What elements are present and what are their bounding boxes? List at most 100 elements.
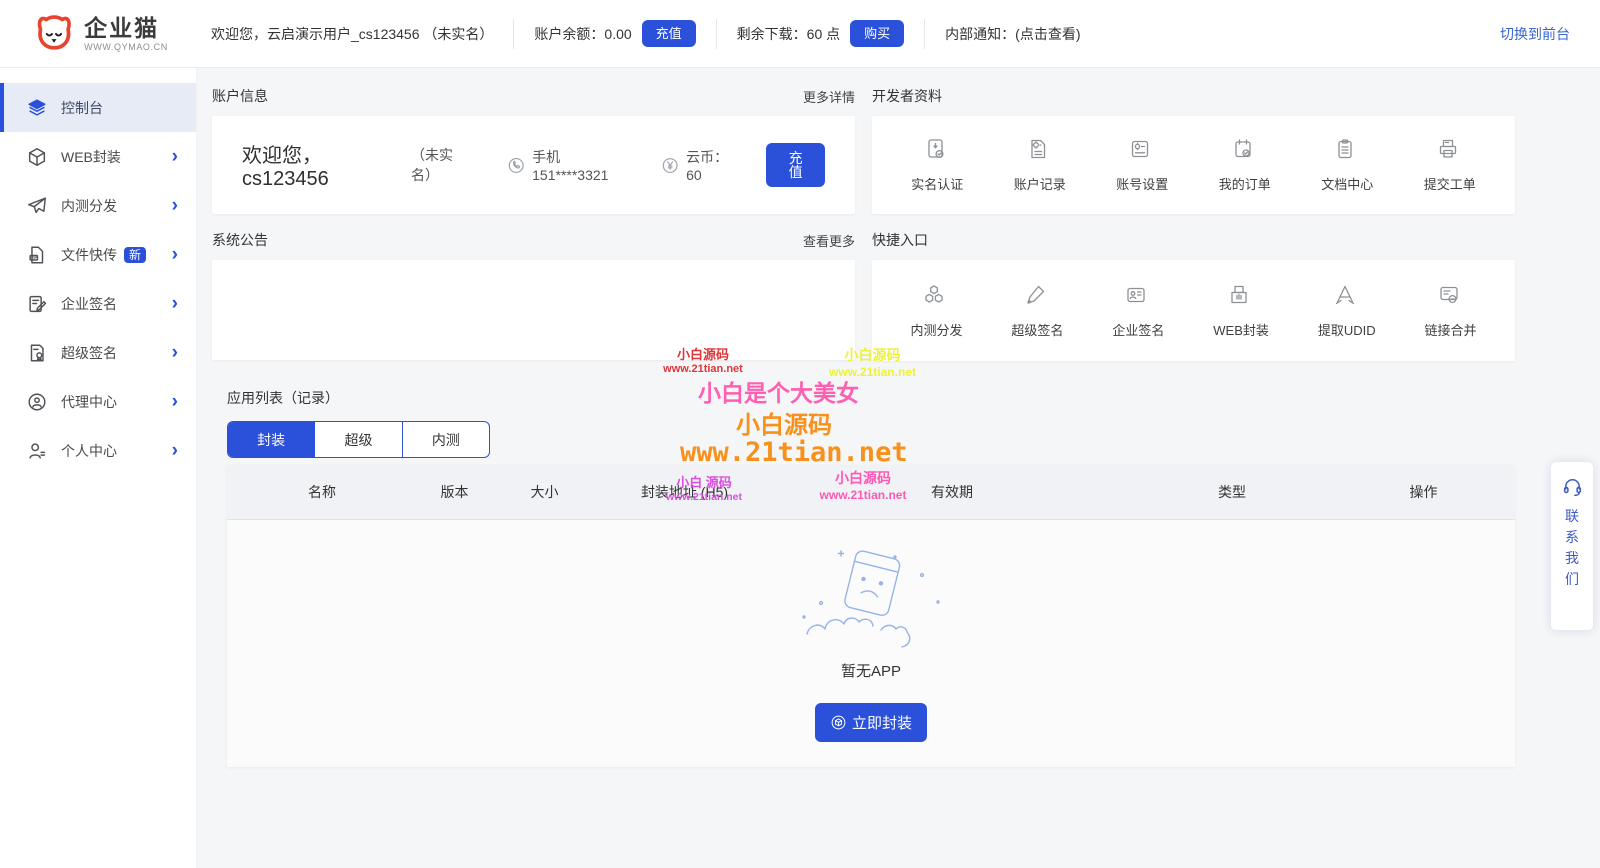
chevron-right-icon: › [172, 343, 178, 362]
order-calendar-icon [1231, 137, 1259, 165]
person-icon [26, 440, 48, 462]
logo[interactable]: 企业猫 WWW.QYMAO.CN [0, 11, 197, 57]
table-empty-state: 暂无APP 立即封装 [227, 520, 1515, 767]
table-header-row: 名称 版本 大小 封装地址 (H5) 有效期 类型 操作 [227, 465, 1515, 520]
dev-item-submit-ticket[interactable]: 提交工单 [1424, 137, 1476, 193]
internal-notice-link[interactable]: 内部通知：(点击查看) [945, 24, 1080, 44]
sidebar-item-web-pack[interactable]: WEB封装 › [0, 132, 196, 181]
chevron-right-icon: › [172, 294, 178, 313]
coin-text: 云币：60 [686, 147, 736, 183]
brand-name: 企业猫 [84, 16, 168, 40]
header-divider [513, 19, 514, 49]
dev-item-my-orders[interactable]: 我的订单 [1219, 137, 1271, 193]
col-actions: 操作 [1332, 482, 1515, 502]
pack-now-button[interactable]: 立即封装 [815, 703, 927, 742]
contact-us-panel[interactable]: 联 系 我 们 [1551, 462, 1593, 630]
welcome-text: 欢迎您，云启演示用户_cs123456 （未实名） [211, 24, 493, 44]
developer-card: 实名认证 账户记录 账号设置 我的订单 文档中心 [872, 116, 1515, 214]
cubes-icon [922, 283, 950, 311]
dev-item-account-record[interactable]: 账户记录 [1014, 137, 1066, 193]
announcement-card [212, 260, 855, 360]
view-more-link[interactable]: 查看更多 [803, 231, 855, 250]
sidebar-item-label: 文件快传 [61, 245, 117, 265]
col-name: 名称 [227, 482, 417, 502]
quick-item-extract-udid[interactable]: 提取UDID [1318, 283, 1376, 339]
dev-item-realname[interactable]: 实名认证 [911, 137, 963, 193]
ballot-box-icon [1227, 283, 1255, 311]
quick-item-super-sign[interactable]: 超级签名 [1011, 283, 1063, 339]
dev-item-doc-center[interactable]: 文档中心 [1321, 137, 1373, 193]
layers-icon [26, 97, 48, 119]
col-size: 大小 [492, 482, 597, 502]
sidebar-item-beta-distribute[interactable]: 内测分发 › [0, 181, 196, 230]
id-check-icon [923, 137, 951, 165]
zip-file-icon: ZIP [26, 244, 48, 266]
recharge-button[interactable]: 充值 [766, 143, 825, 187]
cube-icon [830, 714, 847, 731]
dev-item-account-settings[interactable]: 账号设置 [1116, 137, 1168, 193]
tab-pack[interactable]: 封装 [228, 422, 314, 457]
tab-super[interactable]: 超级 [314, 422, 401, 457]
svg-text:ZIP: ZIP [31, 256, 37, 260]
recharge-button[interactable]: 充值 [642, 20, 696, 47]
sidebar-item-label: 控制台 [61, 98, 103, 118]
cat-logo-icon [29, 11, 75, 57]
downloads-text: 剩余下载：60 点 [737, 24, 840, 44]
sidebar-item-label: WEB封装 [61, 147, 121, 167]
app-list-title: 应用列表（记录） [227, 388, 339, 408]
empty-text: 暂无APP [841, 660, 901, 681]
clipboard-icon [1333, 137, 1361, 165]
sidebar-item-label: 个人中心 [61, 441, 117, 461]
quick-item-enterprise-sign[interactable]: 企业签名 [1112, 283, 1164, 339]
sidebar-item-label: 代理中心 [61, 392, 117, 412]
sidebar-item-super-sign[interactable]: 超级签名 › [0, 328, 196, 377]
headset-icon [1561, 475, 1584, 498]
yen-coin-icon [661, 155, 679, 176]
buy-button[interactable]: 购买 [850, 20, 904, 47]
sidebar-item-agent-center[interactable]: 代理中心 › [0, 377, 196, 426]
link-card-icon [1437, 283, 1465, 311]
app-table: 名称 版本 大小 封装地址 (H5) 有效期 类型 操作 [227, 465, 1515, 767]
brand-domain: WWW.QYMAO.CN [84, 42, 168, 52]
col-pack-url: 封装地址 (H5) [597, 482, 772, 502]
header-divider [716, 19, 717, 49]
cube-icon [26, 146, 48, 168]
quick-entry-card: 内测分发 超级签名 企业签名 WEB封装 提取UDID [872, 260, 1515, 361]
paper-plane-icon [26, 195, 48, 217]
sidebar-item-label: 内测分发 [61, 196, 117, 216]
top-header: 企业猫 WWW.QYMAO.CN 欢迎您，云启演示用户_cs123456 （未实… [0, 0, 1600, 68]
sidebar-item-enterprise-sign[interactable]: 企业签名 › [0, 279, 196, 328]
sidebar-item-personal-center[interactable]: 个人中心 › [0, 426, 196, 475]
main-content: 账户信息 更多详情 欢迎您，cs123456 （未实名） 手机 151****3… [197, 68, 1600, 868]
col-expiry: 有效期 [772, 482, 1132, 502]
quick-item-link-merge[interactable]: 链接合并 [1425, 283, 1477, 339]
account-info-card: 欢迎您，cs123456 （未实名） 手机 151****3321 云币：60 … [212, 116, 855, 214]
quick-item-web-pack[interactable]: WEB封装 [1213, 283, 1269, 339]
quick-item-beta-distribute[interactable]: 内测分发 [910, 283, 962, 339]
account-info-title: 账户信息 [212, 86, 268, 106]
switch-to-front-link[interactable]: 切换到前台 [1500, 24, 1570, 44]
tab-beta[interactable]: 内测 [402, 422, 489, 457]
id-card-icon [1124, 283, 1152, 311]
sidebar-item-file-transfer[interactable]: ZIP 文件快传 新 › [0, 230, 196, 279]
settings-doc-icon [1128, 137, 1156, 165]
empty-sad-card-illustration [791, 546, 951, 650]
sidebar-item-console[interactable]: 控制台 [0, 83, 196, 132]
app-list-section: 应用列表（记录） 封装 超级 内测 名称 版本 大小 封装地址 (H5) 有效期… [227, 388, 1515, 767]
sidebar: 控制台 WEB封装 › 内测分发 › ZIP 文件快传 新 › 企业签名 › 超… [0, 68, 197, 868]
balance-text: 账户余额：0.00 [534, 24, 631, 44]
easel-a-icon [1333, 283, 1361, 311]
chevron-right-icon: › [172, 196, 178, 215]
chevron-right-icon: › [172, 245, 178, 264]
sidebar-item-label: 超级签名 [61, 343, 117, 363]
verify-status-text: （未实名） [411, 145, 473, 185]
app-list-tabs: 封装 超级 内测 [227, 421, 490, 458]
more-details-link[interactable]: 更多详情 [803, 87, 855, 106]
col-type: 类型 [1132, 482, 1332, 502]
phone-icon [507, 155, 525, 176]
account-welcome-text: 欢迎您，cs123456 [242, 139, 389, 191]
chevron-right-icon: › [172, 441, 178, 460]
developer-title: 开发者资料 [872, 86, 942, 106]
gear-page-icon [1026, 137, 1054, 165]
agent-icon [26, 391, 48, 413]
